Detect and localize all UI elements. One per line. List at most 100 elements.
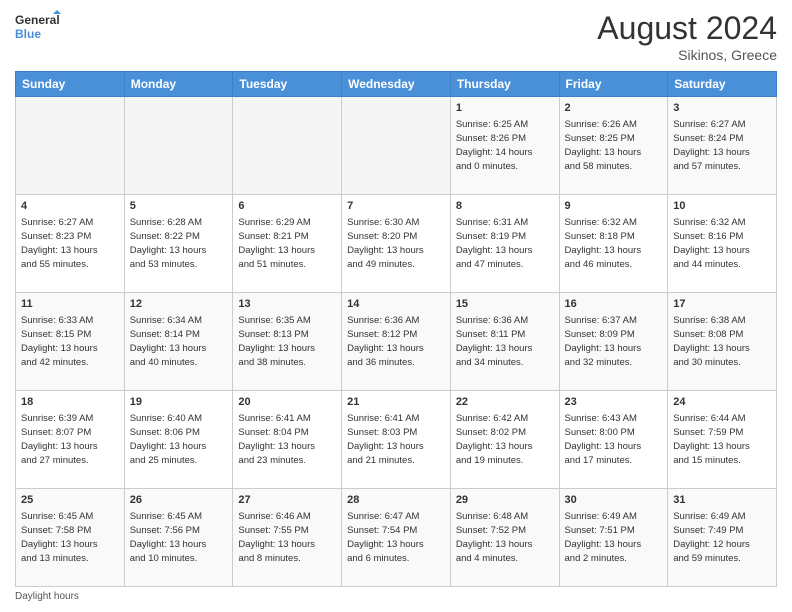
calendar: Sunday Monday Tuesday Wednesday Thursday… [15,71,777,587]
day-info-4: Sunrise: 6:27 AM Sunset: 8:23 PM Dayligh… [21,216,119,271]
header-wednesday: Wednesday [342,72,451,97]
header-thursday: Thursday [450,72,559,97]
calendar-cell-3-1: 19Sunrise: 6:40 AM Sunset: 8:06 PM Dayli… [124,391,233,489]
calendar-cell-4-4: 29 Sunrise: 6:48 AM Sunset: 7:52 PM Dayli… [450,489,559,587]
day-info-6: Sunrise: 6:29 AM Sunset: 8:21 PM Dayligh… [238,216,336,271]
day-info-2: Sunrise: 6:26 AM Sunset: 8:25 PM Dayligh… [565,118,663,173]
calendar-cell-1-1: 5 Sunrise: 6:28 AM Sunset: 8:22 PM Daylig… [124,195,233,293]
calendar-header-row: Sunday Monday Tuesday Wednesday Thursday… [16,72,777,97]
logo-svg: General Blue [15,10,65,46]
day-info-3: Sunrise: 6:27 AM Sunset: 8:24 PM Dayligh… [673,118,771,173]
day-number-21: 21 [347,395,445,410]
calendar-cell-3-4: 22 Sunrise: 6:42 AM Sunset: 8:02 PM Dayli… [450,391,559,489]
day-info-5: Sunrise: 6:28 AM Sunset: 8:22 PM Dayligh… [130,216,228,271]
week-row-2: 11 Sunrise: 6:33 AM Sunset: 8:15 PM Dayli… [16,293,777,391]
day-info-13: Sunrise: 6:35 AM Sunset: 8:13 PM Dayligh… [238,314,336,369]
day-number-18: 18 [21,395,119,410]
day-number-29: 29 [456,493,554,508]
calendar-cell-4-2: 27Sunrise: 6:46 AM Sunset: 7:55 PM Dayli… [233,489,342,587]
day-number-23: 23 [565,395,663,410]
day-info-22: Sunrise: 6:42 AM Sunset: 8:02 PM Dayligh… [456,412,554,467]
day-info-15: Sunrise: 6:36 AM Sunset: 8:11 PM Dayligh… [456,314,554,369]
day-info-20: Sunrise: 6:41 AM Sunset: 8:04 PM Dayligh… [238,412,336,467]
day-info-1: Sunrise: 6:25 AM Sunset: 8:26 PM Dayligh… [456,118,554,173]
day-info-18: Sunrise: 6:39 AM Sunset: 8:07 PM Dayligh… [21,412,119,467]
header-saturday: Saturday [668,72,777,97]
day-info-9: Sunrise: 6:32 AM Sunset: 8:18 PM Dayligh… [565,216,663,271]
day-number-8: 8 [456,199,554,214]
day-info-23: Sunrise: 6:43 AM Sunset: 8:00 PM Dayligh… [565,412,663,467]
day-info-10: Sunrise: 6:32 AM Sunset: 8:16 PM Dayligh… [673,216,771,271]
calendar-cell-2-1: 12 Sunrise: 6:34 AM Sunset: 8:14 PM Dayli… [124,293,233,391]
calendar-cell-2-5: 16Sunrise: 6:37 AM Sunset: 8:09 PM Dayli… [559,293,668,391]
day-info-8: Sunrise: 6:31 AM Sunset: 8:19 PM Dayligh… [456,216,554,271]
day-number-27: 27 [238,493,336,508]
logo: General Blue [15,10,65,46]
calendar-cell-0-5: 2 Sunrise: 6:26 AM Sunset: 8:25 PM Daylig… [559,97,668,195]
calendar-cell-1-5: 9 Sunrise: 6:32 AM Sunset: 8:18 PM Daylig… [559,195,668,293]
day-number-14: 14 [347,297,445,312]
day-info-12: Sunrise: 6:34 AM Sunset: 8:14 PM Dayligh… [130,314,228,369]
week-row-1: 4Sunrise: 6:27 AM Sunset: 8:23 PM Daylig… [16,195,777,293]
day-number-13: 13 [238,297,336,312]
svg-text:General: General [15,13,60,27]
calendar-cell-0-0 [16,97,125,195]
calendar-cell-3-6: 24Sunrise: 6:44 AM Sunset: 7:59 PM Dayli… [668,391,777,489]
calendar-cell-0-6: 3Sunrise: 6:27 AM Sunset: 8:24 PM Daylig… [668,97,777,195]
day-number-22: 22 [456,395,554,410]
day-number-10: 10 [673,199,771,214]
day-number-20: 20 [238,395,336,410]
day-number-25: 25 [21,493,119,508]
calendar-cell-1-6: 10 Sunrise: 6:32 AM Sunset: 8:16 PM Dayli… [668,195,777,293]
day-number-31: 31 [673,493,771,508]
day-number-1: 1 [456,101,554,116]
calendar-cell-2-0: 11 Sunrise: 6:33 AM Sunset: 8:15 PM Dayli… [16,293,125,391]
day-number-12: 12 [130,297,228,312]
day-number-26: 26 [130,493,228,508]
day-info-19: Sunrise: 6:40 AM Sunset: 8:06 PM Dayligh… [130,412,228,467]
calendar-cell-4-5: 30 Sunrise: 6:49 AM Sunset: 7:51 PM Dayli… [559,489,668,587]
week-row-4: 25 Sunrise: 6:45 AM Sunset: 7:58 PM Dayli… [16,489,777,587]
calendar-cell-4-6: 31Sunrise: 6:49 AM Sunset: 7:49 PM Dayli… [668,489,777,587]
day-number-2: 2 [565,101,663,116]
day-number-5: 5 [130,199,228,214]
header: General Blue August 2024 Sikinos, Greece [15,10,777,63]
calendar-cell-1-4: 8 Sunrise: 6:31 AM Sunset: 8:19 PM Daylig… [450,195,559,293]
calendar-cell-0-3 [342,97,451,195]
day-info-17: Sunrise: 6:38 AM Sunset: 8:08 PM Dayligh… [673,314,771,369]
location: Sikinos, Greece [597,47,777,63]
day-number-11: 11 [21,297,119,312]
day-number-24: 24 [673,395,771,410]
header-tuesday: Tuesday [233,72,342,97]
calendar-cell-2-2: 13 Sunrise: 6:35 AM Sunset: 8:13 PM Dayli… [233,293,342,391]
calendar-cell-2-6: 17Sunrise: 6:38 AM Sunset: 8:08 PM Dayli… [668,293,777,391]
calendar-cell-0-1 [124,97,233,195]
day-info-11: Sunrise: 6:33 AM Sunset: 8:15 PM Dayligh… [21,314,119,369]
calendar-cell-3-3: 21Sunrise: 6:41 AM Sunset: 8:03 PM Dayli… [342,391,451,489]
day-info-28: Sunrise: 6:47 AM Sunset: 7:54 PM Dayligh… [347,510,445,565]
footer-note: Daylight hours [15,591,777,602]
calendar-cell-3-5: 23 Sunrise: 6:43 AM Sunset: 8:00 PM Dayli… [559,391,668,489]
calendar-cell-4-3: 28Sunrise: 6:47 AM Sunset: 7:54 PM Dayli… [342,489,451,587]
header-sunday: Sunday [16,72,125,97]
week-row-0: 1 Sunrise: 6:25 AM Sunset: 8:26 PM Daylig… [16,97,777,195]
day-info-25: Sunrise: 6:45 AM Sunset: 7:58 PM Dayligh… [21,510,119,565]
day-number-6: 6 [238,199,336,214]
calendar-cell-4-0: 25 Sunrise: 6:45 AM Sunset: 7:58 PM Dayli… [16,489,125,587]
day-number-9: 9 [565,199,663,214]
day-info-29: Sunrise: 6:48 AM Sunset: 7:52 PM Dayligh… [456,510,554,565]
calendar-cell-4-1: 26Sunrise: 6:45 AM Sunset: 7:56 PM Dayli… [124,489,233,587]
day-info-7: Sunrise: 6:30 AM Sunset: 8:20 PM Dayligh… [347,216,445,271]
calendar-cell-3-2: 20 Sunrise: 6:41 AM Sunset: 8:04 PM Dayli… [233,391,342,489]
header-monday: Monday [124,72,233,97]
calendar-cell-2-4: 15Sunrise: 6:36 AM Sunset: 8:11 PM Dayli… [450,293,559,391]
day-info-14: Sunrise: 6:36 AM Sunset: 8:12 PM Dayligh… [347,314,445,369]
day-number-30: 30 [565,493,663,508]
day-info-30: Sunrise: 6:49 AM Sunset: 7:51 PM Dayligh… [565,510,663,565]
calendar-cell-2-3: 14 Sunrise: 6:36 AM Sunset: 8:12 PM Dayli… [342,293,451,391]
week-row-3: 18 Sunrise: 6:39 AM Sunset: 8:07 PM Dayli… [16,391,777,489]
calendar-cell-0-4: 1 Sunrise: 6:25 AM Sunset: 8:26 PM Daylig… [450,97,559,195]
header-friday: Friday [559,72,668,97]
calendar-cell-0-2 [233,97,342,195]
day-number-7: 7 [347,199,445,214]
